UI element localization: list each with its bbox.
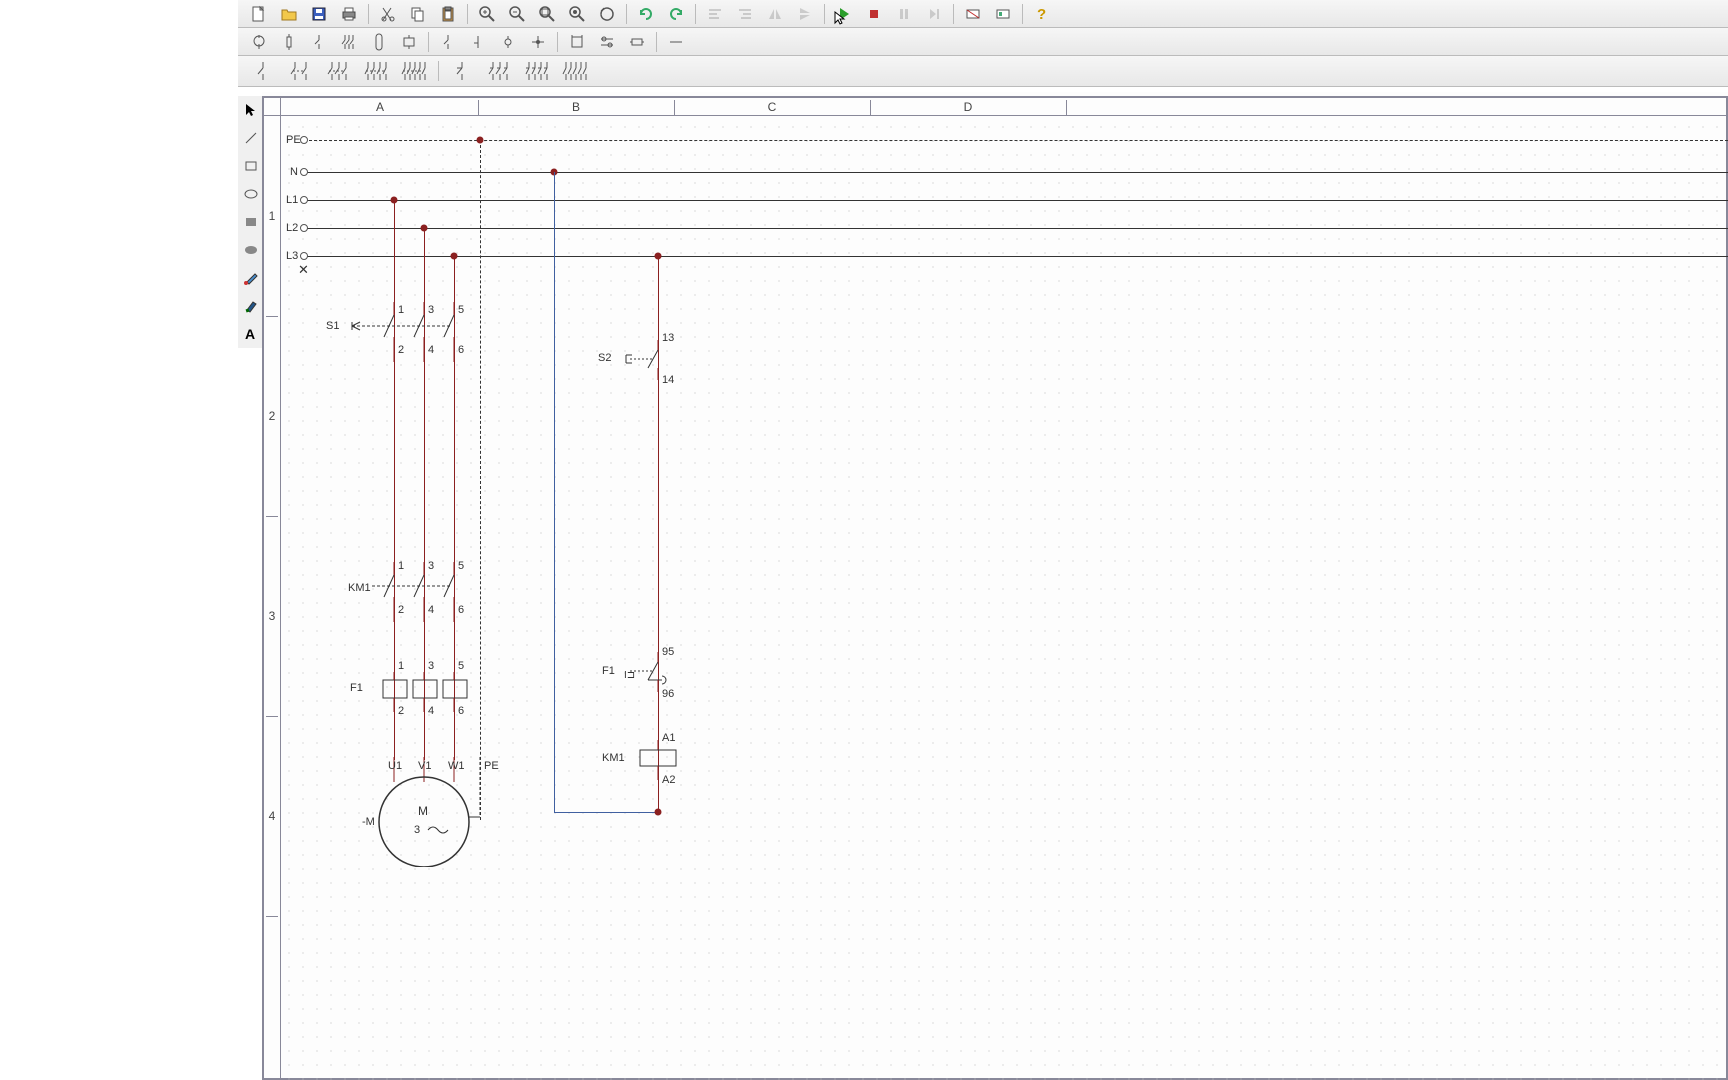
switch-s1[interactable]	[342, 302, 492, 362]
new-file-button[interactable]	[245, 2, 273, 26]
component-toolbar	[238, 28, 1728, 56]
fill-ellipse-tool[interactable]	[239, 238, 263, 262]
rail-l1: L1	[286, 194, 298, 206]
draw-rect-tool[interactable]	[239, 154, 263, 178]
overload-ref: F1	[350, 682, 363, 694]
s2-ref: S2	[598, 352, 611, 364]
help-button[interactable]: ?	[1028, 2, 1056, 26]
relay-box-tool[interactable]	[395, 30, 423, 54]
zoom-fit-button[interactable]	[533, 2, 561, 26]
undo-button[interactable]	[632, 2, 660, 26]
switch-ref: S1	[326, 320, 339, 332]
text-tool[interactable]: A	[239, 322, 263, 346]
wire-tool[interactable]	[434, 30, 462, 54]
rail-l2: L2	[286, 222, 298, 234]
coil-alt-tool[interactable]	[365, 30, 393, 54]
break-1-tool[interactable]	[444, 59, 480, 83]
line-tool[interactable]	[662, 30, 690, 54]
stop-button[interactable]	[860, 2, 888, 26]
coil-group-tool[interactable]	[335, 30, 363, 54]
break-5-tool[interactable]	[558, 59, 594, 83]
cross-node-tool[interactable]	[524, 30, 552, 54]
device-tool[interactable]	[563, 30, 591, 54]
lamp-tool[interactable]	[245, 30, 273, 54]
zoom-out-button[interactable]	[503, 2, 531, 26]
align-right-button	[731, 2, 759, 26]
save-button[interactable]	[305, 2, 333, 26]
pushbutton-s2[interactable]	[612, 340, 692, 380]
copy-button[interactable]	[404, 2, 432, 26]
socket-tool[interactable]	[275, 30, 303, 54]
run-button[interactable]	[830, 2, 858, 26]
5pole-tool[interactable]	[397, 59, 433, 83]
rail-l3: L3	[286, 250, 298, 262]
contact-tool[interactable]	[305, 30, 333, 54]
align-left-button	[701, 2, 729, 26]
color-picker-tool[interactable]	[239, 266, 263, 290]
svg-text:A: A	[245, 326, 255, 342]
main-toolbar: ?	[238, 0, 1728, 28]
circle-node-tool[interactable]	[494, 30, 522, 54]
step-button	[920, 2, 948, 26]
redo-button[interactable]	[662, 2, 690, 26]
draw-circle-tool[interactable]	[239, 182, 263, 206]
1pole-tool[interactable]	[245, 59, 281, 83]
component-tool[interactable]	[623, 30, 651, 54]
f1aux-ref: F1	[602, 665, 615, 677]
zoom-window-button[interactable]	[563, 2, 591, 26]
2pole-tool[interactable]	[283, 59, 319, 83]
break-3-tool[interactable]	[482, 59, 518, 83]
pointer-tool[interactable]	[239, 98, 263, 122]
toggle-view-button[interactable]	[989, 2, 1017, 26]
3pole-tool[interactable]	[321, 59, 357, 83]
flip-h-button	[761, 2, 789, 26]
paint-tool[interactable]	[239, 294, 263, 318]
pause-button	[890, 2, 918, 26]
motor-ref: -M	[362, 816, 375, 828]
cut-button[interactable]	[374, 2, 402, 26]
4pole-tool[interactable]	[359, 59, 395, 83]
pan-button[interactable]	[593, 2, 621, 26]
contactor-ref: KM1	[348, 582, 371, 594]
svg-text:M: M	[418, 804, 428, 818]
adjust-tool[interactable]	[593, 30, 621, 54]
svg-text:3: 3	[414, 824, 420, 836]
switch-toolbar	[238, 56, 1728, 87]
rail-pe: PE	[286, 134, 301, 146]
rail-n: N	[290, 166, 298, 178]
print-button[interactable]	[335, 2, 363, 26]
flip-v-button	[791, 2, 819, 26]
svg-text:?: ?	[1037, 6, 1046, 23]
draw-line-tool[interactable]	[239, 126, 263, 150]
motor[interactable]: M 3	[362, 757, 502, 867]
draw-toolbar: A	[238, 96, 262, 348]
zoom-in-button[interactable]	[473, 2, 501, 26]
schematic-canvas[interactable]: A B C D 1 2 3 4 PE N L1 L2 L3	[262, 92, 1728, 1080]
open-file-button[interactable]	[275, 2, 303, 26]
paste-button[interactable]	[434, 2, 462, 26]
arrow-tool[interactable]	[464, 30, 492, 54]
break-4-tool[interactable]	[520, 59, 556, 83]
fill-rect-tool[interactable]	[239, 210, 263, 234]
toggle-sim-button[interactable]	[959, 2, 987, 26]
coil-ref: KM1	[602, 752, 625, 764]
